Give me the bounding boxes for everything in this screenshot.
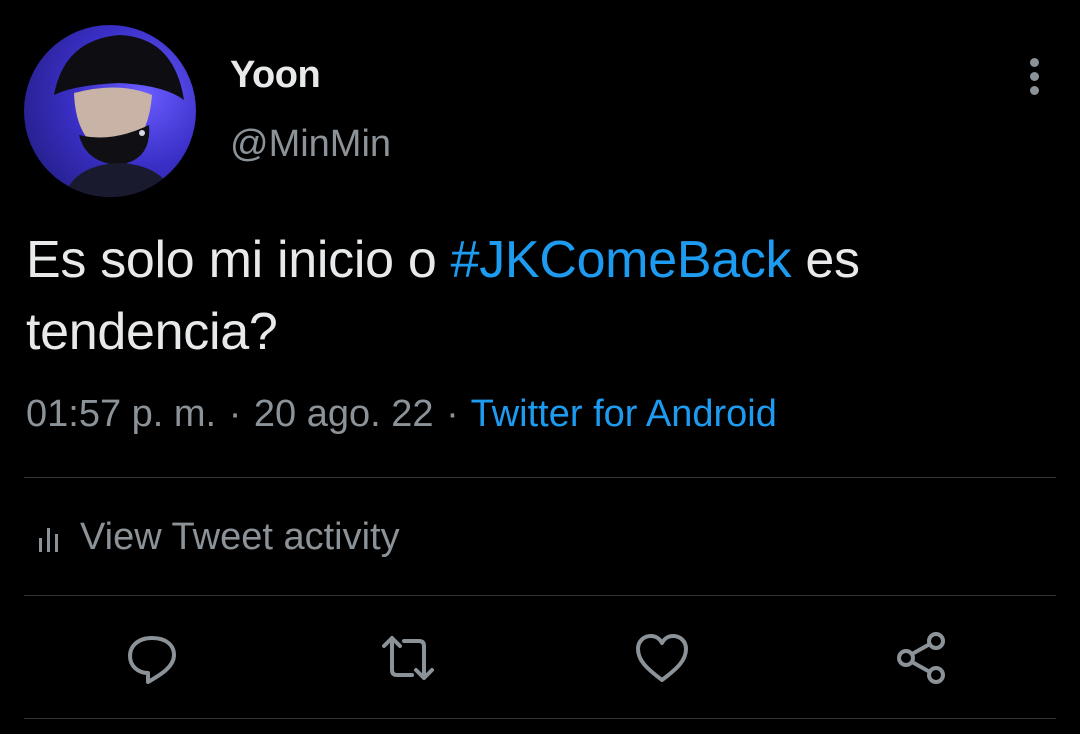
tweet-source-link[interactable]: Twitter for Android: [471, 393, 777, 435]
divider: [24, 718, 1056, 719]
reply-icon: [128, 636, 176, 684]
like-button[interactable]: [634, 630, 690, 686]
divider: [24, 477, 1056, 478]
tweet-text: Es solo mi inicio o #JKComeBack es tende…: [26, 224, 1046, 368]
user-handle[interactable]: @MinMin: [230, 123, 391, 166]
view-tweet-activity-button[interactable]: View Tweet activity: [38, 512, 400, 562]
tweet-detail: Yoon @MinMin Es solo mi inicio o #JKCome…: [0, 0, 1080, 734]
more-options-icon[interactable]: [1014, 56, 1054, 96]
share-icon: [897, 632, 945, 684]
display-name[interactable]: Yoon: [230, 54, 321, 97]
retweet-icon: [382, 636, 434, 680]
tweet-time[interactable]: 01:57 p. m.: [26, 393, 216, 435]
tweet-text-before: Es solo mi inicio o: [26, 231, 451, 289]
meta-separator: ·: [446, 393, 459, 435]
tweet-date[interactable]: 20 ago. 22: [254, 393, 434, 435]
reply-button[interactable]: [124, 630, 180, 686]
tweet-metadata: 01:57 p. m. · 20 ago. 22 · Twitter for A…: [26, 393, 777, 436]
retweet-button[interactable]: [380, 630, 436, 686]
meta-separator: ·: [228, 393, 242, 435]
heart-icon: [636, 634, 688, 682]
share-button[interactable]: [894, 630, 950, 686]
avatar[interactable]: [24, 25, 196, 197]
view-tweet-activity-label: View Tweet activity: [80, 515, 400, 558]
hashtag-link[interactable]: #JKComeBack: [451, 231, 792, 289]
bar-chart-icon: [39, 528, 58, 552]
divider: [24, 595, 1056, 596]
